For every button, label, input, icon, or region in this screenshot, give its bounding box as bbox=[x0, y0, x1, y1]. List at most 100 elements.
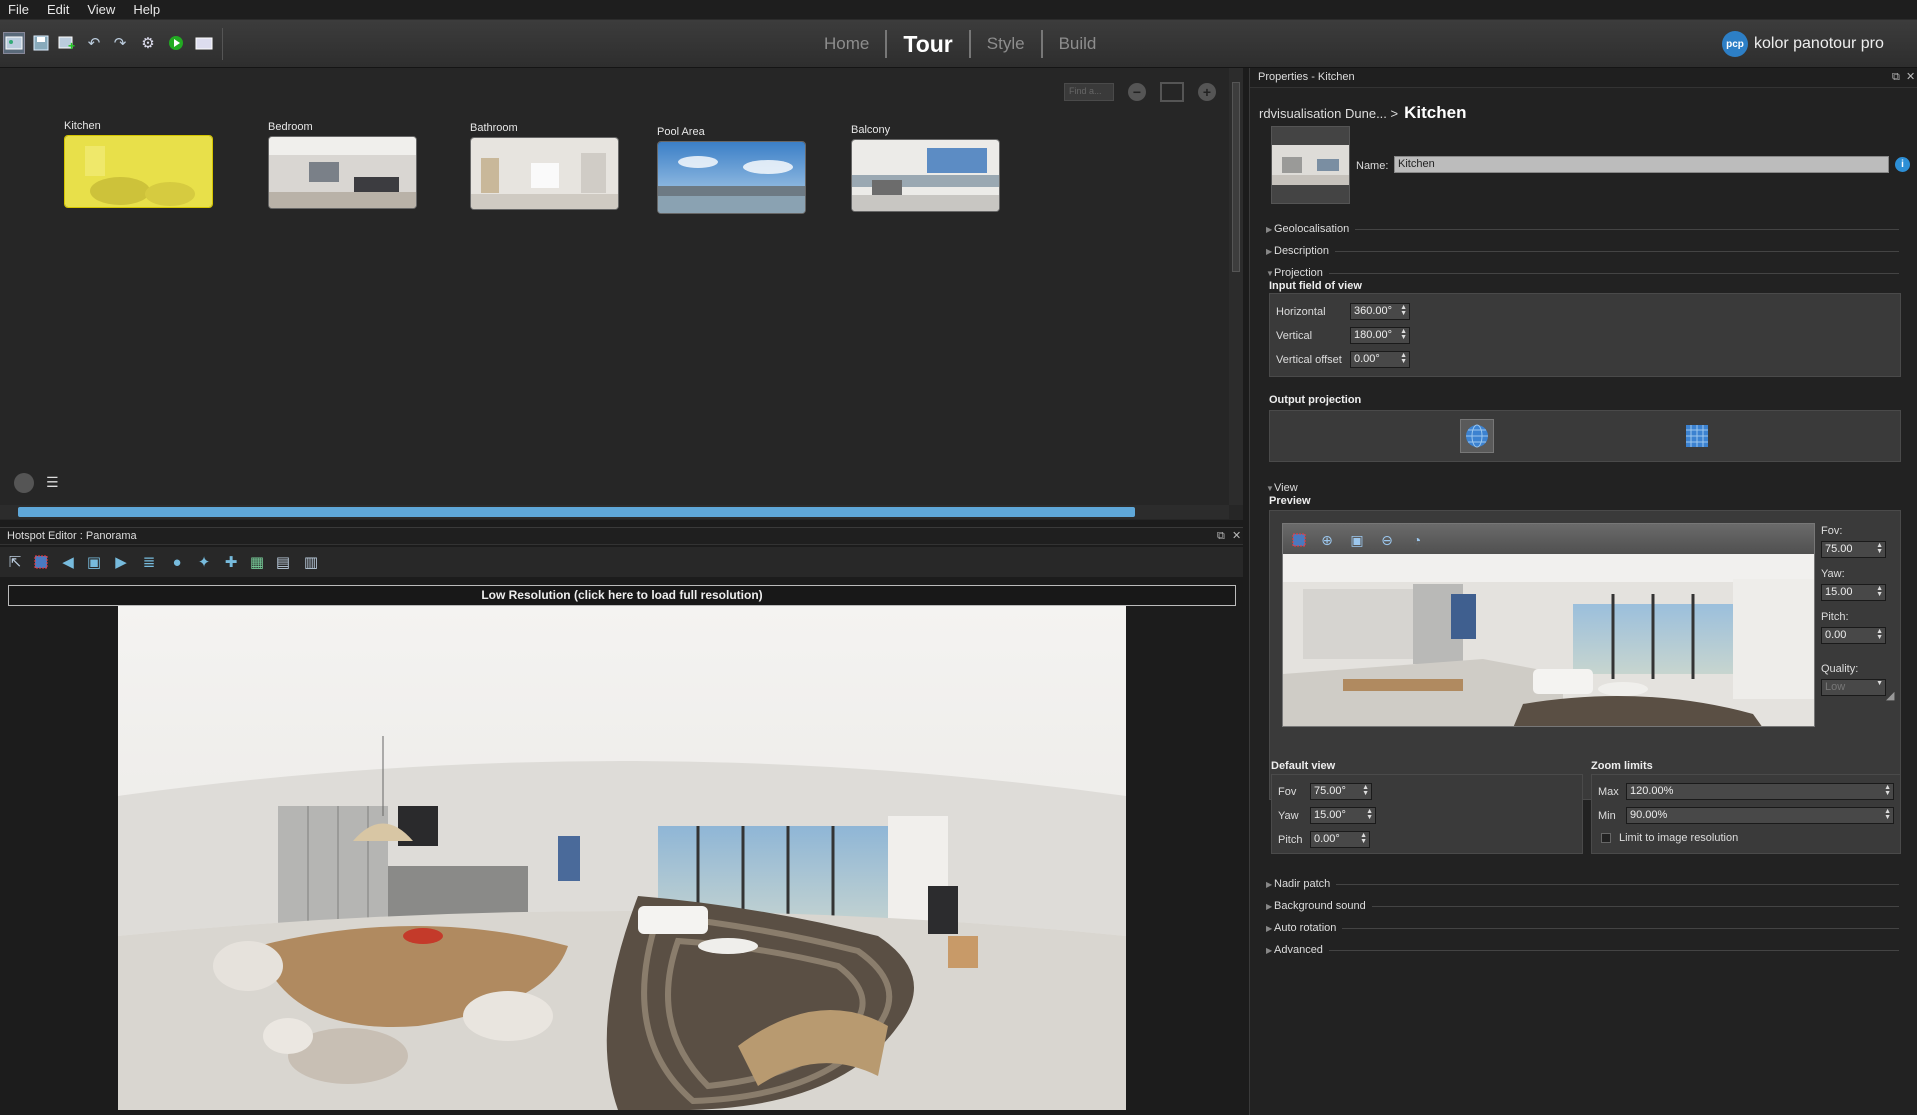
tab-build[interactable]: Build bbox=[1043, 30, 1113, 58]
add-panorama-icon[interactable]: + bbox=[56, 32, 78, 54]
section-description[interactable]: ▶ Description bbox=[1266, 245, 1899, 257]
pano-thumb-kitchen[interactable]: Kitchen bbox=[64, 120, 213, 208]
cubic-projection-icon[interactable] bbox=[1684, 423, 1710, 449]
undo-icon[interactable]: ↶ bbox=[83, 32, 105, 54]
pano-thumb-pool-area[interactable]: Pool Area bbox=[657, 126, 806, 214]
default-pitch-input[interactable]: 0.00° ▲ ▼ bbox=[1310, 831, 1370, 848]
spherical-projection-icon[interactable] bbox=[1460, 419, 1494, 453]
float-panel-icon[interactable]: ⧉ bbox=[1217, 528, 1225, 545]
zoom-in-icon[interactable]: + bbox=[1198, 83, 1216, 101]
properties-header: Properties - Kitchen ⧉ ✕ bbox=[1250, 68, 1917, 88]
list-view-icon[interactable]: ☰ bbox=[46, 475, 66, 491]
find-input[interactable]: Find a... bbox=[1064, 83, 1114, 101]
default-yaw-value: 15.00° bbox=[1314, 809, 1346, 821]
resize-grip-icon[interactable]: ◢ bbox=[1886, 689, 1894, 702]
breadcrumb-parent[interactable]: rdvisualisation Dune... > bbox=[1259, 106, 1398, 121]
redo-icon[interactable]: ↷ bbox=[109, 32, 131, 54]
pano-thumb-bathroom[interactable]: Bathroom bbox=[470, 122, 619, 210]
breadcrumb-current: Kitchen bbox=[1404, 103, 1467, 122]
section-label: Description bbox=[1274, 245, 1330, 257]
add-marker-icon[interactable]: ✚ bbox=[220, 551, 242, 573]
section-view[interactable]: ▼ View bbox=[1266, 482, 1899, 494]
pano-thumb-bedroom[interactable]: Bedroom bbox=[268, 121, 417, 209]
preview-pitch-value: 0.00 bbox=[1825, 629, 1847, 641]
info-icon[interactable]: i bbox=[1895, 157, 1910, 172]
zoom-in-icon[interactable]: ⊕ bbox=[1317, 530, 1337, 550]
default-yaw-input[interactable]: 15.00° ▲ ▼ bbox=[1310, 807, 1376, 824]
pano-thumb-balcony[interactable]: Balcony bbox=[851, 124, 1000, 212]
low-resolution-notice[interactable]: Low Resolution (click here to load full … bbox=[8, 585, 1236, 606]
main-tabs: Home Tour Style Build bbox=[808, 28, 1112, 60]
default-fov-input[interactable]: 75.00° ▲ ▼ bbox=[1310, 783, 1372, 800]
zoom-max-value: 120.00% bbox=[1630, 785, 1674, 797]
preview-yaw-input[interactable]: 15.00 ▲ ▼ bbox=[1821, 584, 1886, 601]
menu-help[interactable]: Help bbox=[133, 2, 160, 17]
tab-home[interactable]: Home bbox=[808, 30, 888, 58]
menu-file[interactable]: File bbox=[8, 2, 29, 17]
pano-image bbox=[470, 137, 619, 210]
gear-icon[interactable]: ⚙ bbox=[137, 32, 159, 54]
menu-view[interactable]: View bbox=[87, 2, 115, 17]
hotspot-toolbar: ⇱ ◀ ▣ ▶ ≣ ● ✦ ✚ ▦ ▤ ▥ bbox=[0, 547, 1243, 577]
add-video-hotspot-icon[interactable]: ▶ bbox=[110, 551, 132, 573]
compass-icon[interactable]: ◔ bbox=[1407, 530, 1427, 550]
section-projection[interactable]: ▼ Projection bbox=[1266, 267, 1899, 279]
add-image-icon[interactable]: ▤ bbox=[272, 551, 294, 573]
section-nadir-patch[interactable]: ▶ Nadir patch bbox=[1266, 878, 1899, 890]
horizontal-input[interactable]: 360.00° ▲ ▼ bbox=[1350, 303, 1410, 320]
preview-fov-input[interactable]: 75.00 ▲ ▼ bbox=[1821, 541, 1886, 558]
add-photo-hotspot-icon[interactable]: ▣ bbox=[83, 551, 105, 573]
limit-resolution-checkbox[interactable] bbox=[1601, 833, 1611, 843]
add-point-hotspot-icon[interactable]: ◀ bbox=[57, 551, 79, 573]
name-input[interactable]: Kitchen bbox=[1394, 156, 1889, 173]
add-star-hotspot-icon[interactable]: ✦ bbox=[193, 551, 215, 573]
close-icon[interactable]: ✕ bbox=[1232, 528, 1241, 545]
panorama-list-hscrollbar[interactable] bbox=[0, 505, 1229, 519]
pano-label: Pool Area bbox=[657, 126, 705, 138]
preview-viewport[interactable]: ⊕ ▣ ⊖ ◔ bbox=[1282, 523, 1815, 727]
rect-select-icon[interactable] bbox=[30, 551, 52, 573]
brand-logo-icon: pcp bbox=[1722, 31, 1748, 57]
fit-view-icon[interactable]: ▣ bbox=[1347, 530, 1367, 550]
fit-view-icon[interactable] bbox=[1160, 82, 1184, 102]
zoom-out-icon[interactable]: − bbox=[1128, 83, 1146, 101]
float-panel-icon[interactable]: ⧉ bbox=[1892, 68, 1900, 87]
menu-edit[interactable]: Edit bbox=[47, 2, 69, 17]
tab-tour[interactable]: Tour bbox=[887, 30, 971, 58]
globe-view-icon[interactable] bbox=[14, 473, 34, 493]
panorama-thumbnail[interactable] bbox=[1271, 126, 1350, 204]
folder-icon[interactable] bbox=[193, 32, 215, 54]
add-polygon-icon[interactable]: ▦ bbox=[246, 551, 268, 573]
add-image-plus-icon[interactable]: ▥ bbox=[300, 551, 322, 573]
add-sound-hotspot-icon[interactable]: ● bbox=[166, 551, 188, 573]
zoom-max-label: Max bbox=[1598, 786, 1619, 798]
zoom-out-icon[interactable]: ⊖ bbox=[1377, 530, 1397, 550]
default-view-box: Fov 75.00° ▲ ▼ Yaw 15.00° ▲ ▼ Pitch 0.00° ▲ ▼ bbox=[1271, 774, 1583, 854]
zoom-limits-title: Zoom limits bbox=[1591, 760, 1653, 772]
name-label: Name: bbox=[1356, 160, 1389, 172]
rect-select-icon[interactable] bbox=[1289, 530, 1309, 550]
save-icon[interactable] bbox=[30, 32, 52, 54]
section-background-sound[interactable]: ▶ Background sound bbox=[1266, 900, 1899, 912]
section-label: Projection bbox=[1274, 267, 1323, 279]
section-geolocalisation[interactable]: ▶ Geolocalisation bbox=[1266, 223, 1899, 235]
add-text-hotspot-icon[interactable]: ≣ bbox=[138, 551, 160, 573]
section-auto-rotation[interactable]: ▶ Auto rotation bbox=[1266, 922, 1899, 934]
list-zoom-controls: Find a... − + bbox=[1064, 82, 1216, 102]
vertical-input[interactable]: 180.00° ▲ ▼ bbox=[1350, 327, 1410, 344]
panorama-list-vscrollbar[interactable] bbox=[1229, 68, 1243, 505]
preview-quality-value: Low bbox=[1825, 681, 1846, 693]
close-icon[interactable]: ✕ bbox=[1906, 68, 1915, 87]
vertical-offset-input[interactable]: 0.00° ▲ ▼ bbox=[1350, 351, 1410, 368]
properties-panel: Properties - Kitchen ⧉ ✕ rdvisualisation… bbox=[1249, 68, 1917, 1115]
preview-quality-select[interactable]: Low ▼ bbox=[1821, 679, 1886, 696]
panorama-tool-icon[interactable] bbox=[3, 32, 25, 54]
panorama-view[interactable] bbox=[118, 606, 1126, 1110]
tab-style[interactable]: Style bbox=[971, 30, 1043, 58]
zoom-max-input[interactable]: 120.00% ▲ ▼ bbox=[1626, 783, 1894, 800]
select-tool-icon[interactable]: ⇱ bbox=[4, 551, 26, 573]
preview-pitch-input[interactable]: 0.00 ▲ ▼ bbox=[1821, 627, 1886, 644]
section-advanced[interactable]: ▶ Advanced bbox=[1266, 944, 1899, 956]
zoom-min-input[interactable]: 90.00% ▲ ▼ bbox=[1626, 807, 1894, 824]
play-icon[interactable] bbox=[165, 32, 187, 54]
